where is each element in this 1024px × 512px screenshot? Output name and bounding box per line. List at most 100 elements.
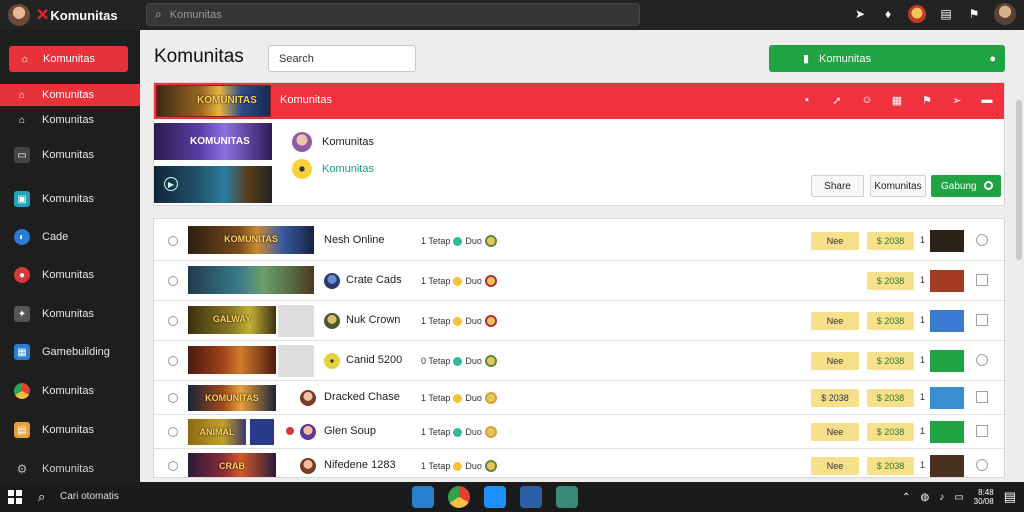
row-end-control[interactable] xyxy=(976,425,988,437)
sidebar-item-cade[interactable]: ◐ Cade xyxy=(0,226,140,248)
sidebar-item-controller[interactable]: ✦ Komunitas xyxy=(0,303,140,325)
row-radio[interactable] xyxy=(168,316,178,326)
row-name[interactable]: Crate Cads xyxy=(346,274,402,286)
message-link[interactable]: Komunitas xyxy=(322,163,374,175)
row-radio[interactable] xyxy=(168,393,178,403)
grid-icon[interactable]: ▦ xyxy=(890,93,904,107)
create-community-button[interactable]: ▮ Komunitas ● xyxy=(769,45,1005,72)
maps-app-icon[interactable] xyxy=(556,486,578,508)
row-thumbnail[interactable]: KOMUNITAS xyxy=(188,226,314,254)
row-radio[interactable] xyxy=(168,427,178,437)
taskbar-search-icon[interactable]: ⌕ xyxy=(38,489,45,505)
more-icon[interactable]: ▬ xyxy=(980,93,994,107)
row-end-control[interactable] xyxy=(976,354,988,366)
emoji-icon[interactable]: ☺ xyxy=(860,93,874,107)
row-small-thumbnail[interactable] xyxy=(930,270,964,292)
row-small-thumbnail[interactable] xyxy=(930,387,964,409)
chevron-up-icon[interactable]: ⌃ xyxy=(902,492,910,503)
sidebar-item-group[interactable]: ● Komunitas xyxy=(0,264,140,286)
row-thumbnail-secondary[interactable] xyxy=(250,419,274,445)
sidebar-item-home[interactable]: ⌂ Komunitas xyxy=(0,109,140,131)
row-pill-left: $ 2038 xyxy=(811,389,859,407)
user-avatar[interactable] xyxy=(8,4,30,26)
grid-icon: ▦ xyxy=(14,344,30,360)
row-small-thumbnail[interactable] xyxy=(930,455,964,477)
volume-icon[interactable]: ♪ xyxy=(939,492,944,503)
row-small-thumbnail[interactable] xyxy=(930,421,964,443)
store-app-icon[interactable] xyxy=(484,486,506,508)
row-name[interactable]: Canid 5200 xyxy=(346,354,402,366)
profile-avatar[interactable] xyxy=(994,3,1016,25)
row-radio[interactable] xyxy=(168,461,178,471)
share-button[interactable]: Share xyxy=(811,175,864,197)
row-small-thumbnail[interactable] xyxy=(930,310,964,332)
row-small-thumbnail[interactable] xyxy=(930,230,964,252)
row-thumbnail[interactable] xyxy=(188,266,314,294)
sidebar-primary-button[interactable]: ⌂ Komunitas xyxy=(9,46,128,72)
banner-thumbnail[interactable]: KOMUNITAS xyxy=(156,85,271,117)
row-small-thumbnail[interactable] xyxy=(930,350,964,372)
row-thumbnail[interactable]: CRAB xyxy=(188,453,276,477)
cursor-icon[interactable]: ➤ xyxy=(852,6,868,22)
row-name[interactable]: Dracked Chase xyxy=(324,391,400,403)
palette-icon[interactable] xyxy=(908,5,926,23)
page-scrollbar[interactable] xyxy=(1016,100,1022,260)
row-thumbnail[interactable]: GALWAY xyxy=(188,306,276,334)
windows-start-icon[interactable] xyxy=(8,490,22,504)
row-radio[interactable] xyxy=(168,356,178,366)
row-thumbnail[interactable]: ANIMAL xyxy=(188,419,246,445)
flag-icon[interactable]: ⚑ xyxy=(966,6,982,22)
flag-icon[interactable]: ⚑ xyxy=(920,93,934,107)
table-row[interactable]: CRAB Nifedene 1283 1 Tetap Duo Nee $ 203… xyxy=(154,449,1004,477)
sidebar-item-store[interactable]: ▤ Komunitas xyxy=(0,419,140,441)
document-icon[interactable]: ▤ xyxy=(938,6,954,22)
top-search-input[interactable]: ⌕ Komunitas xyxy=(146,3,640,26)
row-end-control[interactable] xyxy=(976,274,988,286)
row-end-control[interactable] xyxy=(976,234,988,246)
table-row[interactable]: KOMUNITAS Nesh Online 1 Tetap Duo Nee $ … xyxy=(154,221,1004,261)
network-icon[interactable]: ◍ xyxy=(920,492,929,503)
row-thumbnail[interactable]: KOMUNITAS xyxy=(188,385,276,411)
row-number: 1 xyxy=(920,426,926,436)
row-radio[interactable] xyxy=(168,236,178,246)
bell-icon[interactable]: ♦ xyxy=(880,6,896,22)
file-explorer-icon[interactable] xyxy=(412,486,434,508)
row-name[interactable]: Glen Soup xyxy=(324,425,376,437)
row-end-control[interactable] xyxy=(976,314,988,326)
table-row[interactable]: Canid 5200 0 Tetap Duo Nee $ 2038 1 xyxy=(154,341,1004,381)
clock[interactable]: 8:48 30/08 xyxy=(974,488,994,506)
table-row[interactable]: KOMUNITAS Dracked Chase 1 Tetap Duo $ 20… xyxy=(154,381,1004,415)
taskbar-search-text[interactable]: Cari otomatis xyxy=(60,491,119,502)
notification-icon[interactable]: ▤ xyxy=(1004,489,1016,505)
row-end-control[interactable] xyxy=(976,391,988,403)
row-name[interactable]: Nesh Online xyxy=(324,234,385,246)
battery-icon[interactable]: ▭ xyxy=(954,492,963,503)
bookmark-icon[interactable]: ▪ xyxy=(800,93,814,107)
sidebar-item-gamebuilding[interactable]: ▦ Gamebuilding xyxy=(0,341,140,363)
row-thumbnail[interactable] xyxy=(188,346,276,374)
row-name[interactable]: Nuk Crown xyxy=(346,314,400,326)
mail-app-icon[interactable] xyxy=(520,486,542,508)
sidebar-item-chat[interactable]: ▭ Komunitas xyxy=(0,144,140,166)
sidebar-item-chrome[interactable]: Komunitas xyxy=(0,380,140,402)
table-row[interactable]: Crate Cads 1 Tetap Duo $ 2038 1 xyxy=(154,261,1004,301)
play-icon[interactable]: ▶ xyxy=(164,177,178,191)
main-search-input[interactable]: Search xyxy=(268,45,416,72)
table-row[interactable]: ANIMAL Glen Soup 1 Tetap Duo Nee $ 2038 … xyxy=(154,415,1004,449)
app-logo[interactable]: ✕ Komunitas xyxy=(36,5,118,25)
sidebar-settings[interactable]: ⚙ Komunitas xyxy=(0,458,140,480)
table-row[interactable]: GALWAY Nuk Crown 1 Tetap Duo Nee $ 2038 … xyxy=(154,301,1004,341)
send-icon[interactable]: ➢ xyxy=(950,93,964,107)
chrome-icon[interactable] xyxy=(448,486,470,508)
row-name[interactable]: Nifedene 1283 xyxy=(324,459,396,471)
share-icon[interactable]: ➚ xyxy=(830,93,844,107)
sidebar-item-games[interactable]: ▣ Komunitas xyxy=(0,188,140,210)
row-thumbnail-text: KOMUNITAS xyxy=(224,234,278,244)
join-button[interactable]: Gabung xyxy=(931,175,1001,197)
row-end-control[interactable] xyxy=(976,459,988,471)
panel-thumbnail-2[interactable]: ▶ xyxy=(154,166,272,203)
panel-thumbnail-1[interactable]: KOMUNITAS xyxy=(154,123,272,160)
row-radio[interactable] xyxy=(168,276,178,286)
sidebar-item-komunitas-active[interactable]: ⌂ Komunitas xyxy=(0,84,140,106)
secondary-button[interactable]: Komunitas xyxy=(870,175,926,197)
